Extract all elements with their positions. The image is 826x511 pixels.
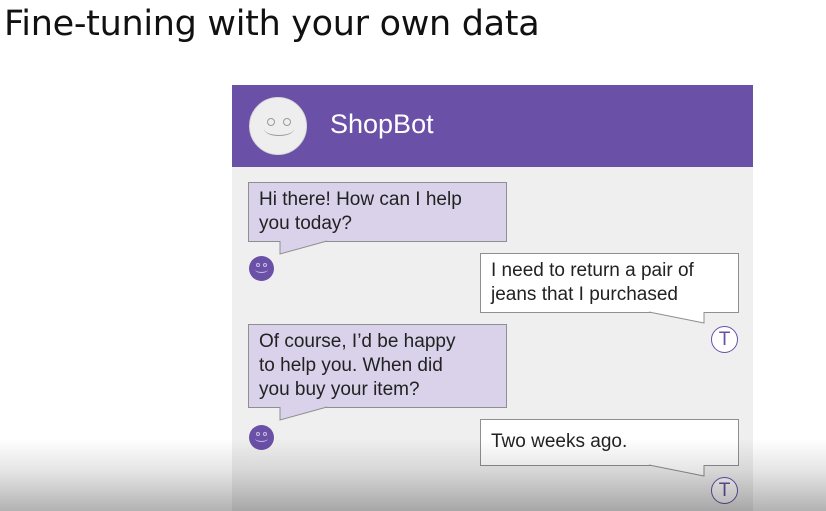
bot-message-bubble: Of course, I’d be happy to help you. Whe…	[248, 324, 507, 408]
user-avatar-icon: T	[711, 326, 738, 353]
user-message-bubble: I need to return a pair of jeans that I …	[480, 253, 739, 313]
smile-icon	[255, 266, 268, 273]
bubble-tail-icon	[279, 406, 328, 421]
bot-profile-smiley-icon	[249, 97, 307, 155]
chat-window: ShopBot Hi there! How can I help you tod…	[232, 85, 753, 511]
smile-icon	[264, 122, 294, 136]
chat-header: ShopBot	[232, 85, 753, 167]
bot-message-bubble: Hi there! How can I help you today?	[248, 182, 507, 242]
user-avatar-icon: T	[711, 477, 738, 504]
smile-icon	[255, 435, 268, 442]
user-message-bubble: Two weeks ago.	[480, 419, 739, 466]
bubble-tail-icon	[279, 240, 328, 255]
slide-title: Fine-tuning with your own data	[4, 4, 540, 44]
bot-smiley-icon	[249, 256, 274, 281]
bot-name: ShopBot	[330, 109, 434, 139]
bubble-tail-icon	[648, 464, 705, 477]
bot-smiley-icon	[249, 425, 274, 450]
bubble-tail-icon	[648, 311, 705, 324]
